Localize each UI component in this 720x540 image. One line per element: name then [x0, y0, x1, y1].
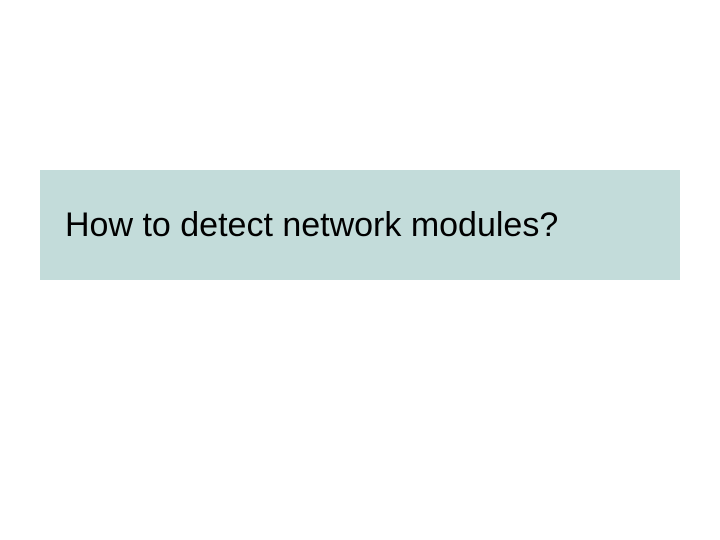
slide-title: How to detect network modules?	[65, 206, 558, 245]
title-container: How to detect network modules?	[40, 170, 680, 280]
